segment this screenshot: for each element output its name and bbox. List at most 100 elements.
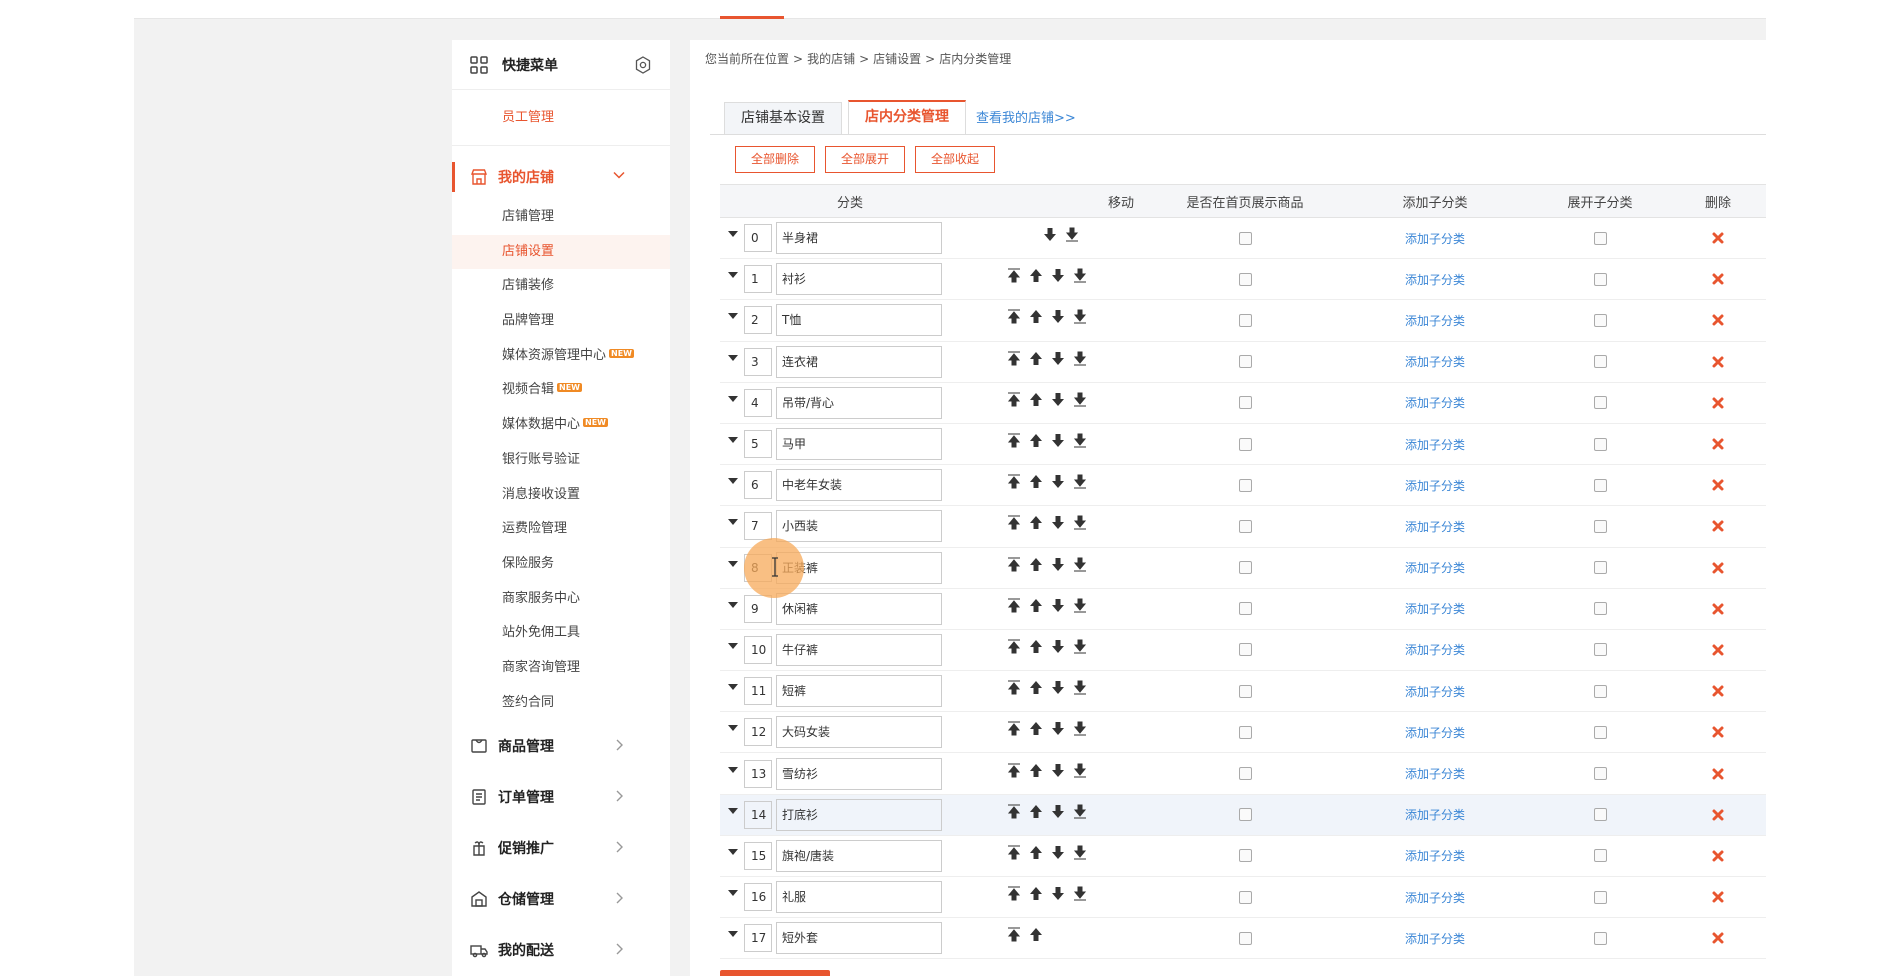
move-down-icon[interactable]: [1050, 432, 1066, 448]
add-subcategory-link[interactable]: 添加子分类: [1405, 808, 1465, 822]
add-subcategory-link[interactable]: 添加子分类: [1405, 561, 1465, 575]
add-subcategory-link[interactable]: 添加子分类: [1405, 849, 1465, 863]
show-on-home-checkbox[interactable]: [1238, 643, 1252, 657]
move-top-icon[interactable]: [1006, 391, 1022, 407]
sidebar-item-video-collection[interactable]: 视频合辑 NEW: [452, 373, 670, 408]
move-bottom-icon[interactable]: [1072, 679, 1088, 695]
move-bottom-icon[interactable]: [1072, 885, 1088, 901]
move-top-icon[interactable]: [1006, 679, 1022, 695]
delete-icon[interactable]: [1711, 478, 1725, 492]
add-subcategory-link[interactable]: 添加子分类: [1405, 355, 1465, 369]
tab-basic-settings[interactable]: 店铺基本设置: [724, 102, 842, 134]
add-subcategory-link[interactable]: 添加子分类: [1405, 273, 1465, 287]
collapse-toggle-icon[interactable]: [728, 519, 738, 526]
move-up-icon[interactable]: [1028, 432, 1044, 448]
delete-icon[interactable]: [1711, 849, 1725, 863]
move-top-icon[interactable]: [1006, 762, 1022, 778]
category-name-input[interactable]: 休闲裤: [776, 592, 942, 625]
move-top-icon[interactable]: [1006, 514, 1022, 530]
move-bottom-icon[interactable]: [1072, 638, 1088, 654]
move-up-icon[interactable]: [1028, 926, 1044, 942]
delete-icon[interactable]: [1711, 272, 1725, 286]
show-on-home-checkbox[interactable]: [1238, 313, 1252, 327]
sidebar-group-delivery[interactable]: 我的配送: [452, 924, 670, 975]
category-name-input[interactable]: 小西装: [776, 510, 942, 543]
sort-order-input[interactable]: 2: [744, 306, 772, 335]
delete-icon[interactable]: [1711, 890, 1725, 904]
sidebar-item-contract[interactable]: 签约合同: [452, 686, 670, 721]
sort-order-input[interactable]: 15: [744, 841, 772, 870]
expand-all-button[interactable]: 全部展开: [825, 146, 906, 173]
sort-order-input[interactable]: 16: [744, 883, 772, 912]
expand-subcategory-checkbox[interactable]: [1593, 231, 1607, 245]
delete-all-button[interactable]: 全部删除: [735, 146, 816, 173]
category-name-input[interactable]: 雪纺衫: [776, 757, 942, 790]
move-up-icon[interactable]: [1028, 267, 1044, 283]
sort-order-input[interactable]: 13: [744, 759, 772, 788]
sidebar-group-promotion[interactable]: 促销推广: [452, 822, 670, 873]
move-down-icon[interactable]: [1050, 308, 1066, 324]
move-bottom-icon[interactable]: [1064, 226, 1080, 242]
expand-subcategory-checkbox[interactable]: [1593, 313, 1607, 327]
category-name-input[interactable]: 连衣裙: [776, 345, 942, 378]
delete-icon[interactable]: [1711, 396, 1725, 410]
sort-order-input[interactable]: 0: [744, 224, 772, 253]
expand-subcategory-checkbox[interactable]: [1593, 808, 1607, 822]
sidebar-group-goods[interactable]: 商品管理: [452, 720, 670, 771]
move-top-icon[interactable]: [1006, 556, 1022, 572]
move-top-icon[interactable]: [1006, 844, 1022, 860]
move-up-icon[interactable]: [1028, 885, 1044, 901]
collapse-toggle-icon[interactable]: [728, 848, 738, 855]
category-name-input[interactable]: 中老年女装: [776, 469, 942, 502]
sort-order-input[interactable]: 6: [744, 471, 772, 500]
expand-subcategory-checkbox[interactable]: [1593, 725, 1607, 739]
show-on-home-checkbox[interactable]: [1238, 849, 1252, 863]
move-up-icon[interactable]: [1028, 308, 1044, 324]
expand-subcategory-checkbox[interactable]: [1593, 643, 1607, 657]
move-down-icon[interactable]: [1050, 885, 1066, 901]
collapse-toggle-icon[interactable]: [728, 231, 738, 238]
collapse-toggle-icon[interactable]: [728, 395, 738, 402]
delete-icon[interactable]: [1711, 355, 1725, 369]
move-top-icon[interactable]: [1006, 597, 1022, 613]
move-up-icon[interactable]: [1028, 514, 1044, 530]
add-subcategory-link[interactable]: 添加子分类: [1405, 685, 1465, 699]
expand-subcategory-checkbox[interactable]: [1593, 767, 1607, 781]
delete-icon[interactable]: [1711, 767, 1725, 781]
sort-order-input[interactable]: 10: [744, 635, 772, 664]
move-top-icon[interactable]: [1006, 803, 1022, 819]
expand-subcategory-checkbox[interactable]: [1593, 931, 1607, 945]
move-top-icon[interactable]: [1006, 720, 1022, 736]
move-up-icon[interactable]: [1028, 350, 1044, 366]
sort-order-input[interactable]: 12: [744, 718, 772, 747]
move-up-icon[interactable]: [1028, 597, 1044, 613]
move-bottom-icon[interactable]: [1072, 556, 1088, 572]
sidebar-item-consult-management[interactable]: 商家咨询管理: [452, 651, 670, 686]
delete-icon[interactable]: [1711, 231, 1725, 245]
move-bottom-icon[interactable]: [1072, 514, 1088, 530]
move-top-icon[interactable]: [1006, 267, 1022, 283]
delete-icon[interactable]: [1711, 561, 1725, 575]
move-up-icon[interactable]: [1028, 391, 1044, 407]
collapse-toggle-icon[interactable]: [728, 560, 738, 567]
breadcrumb-my-store[interactable]: 我的店铺: [807, 52, 855, 66]
sidebar-group-orders[interactable]: 订单管理: [452, 771, 670, 822]
move-bottom-icon[interactable]: [1072, 762, 1088, 778]
collapse-toggle-icon[interactable]: [728, 684, 738, 691]
move-up-icon[interactable]: [1028, 762, 1044, 778]
sort-order-input[interactable]: 11: [744, 677, 772, 706]
add-subcategory-link[interactable]: 添加子分类: [1405, 314, 1465, 328]
move-down-icon[interactable]: [1050, 556, 1066, 572]
add-subcategory-link[interactable]: 添加子分类: [1405, 726, 1465, 740]
tab-category-management[interactable]: 店内分类管理: [848, 100, 966, 134]
expand-subcategory-checkbox[interactable]: [1593, 478, 1607, 492]
delete-icon[interactable]: [1711, 808, 1725, 822]
expand-subcategory-checkbox[interactable]: [1593, 519, 1607, 533]
category-name-input[interactable]: T恤: [776, 304, 942, 337]
move-down-icon[interactable]: [1050, 762, 1066, 778]
sort-order-input[interactable]: 1: [744, 265, 772, 294]
sort-order-input[interactable]: 7: [744, 512, 772, 541]
delete-icon[interactable]: [1711, 313, 1725, 327]
sidebar-item-bank-verify[interactable]: 银行账号验证: [452, 443, 670, 478]
category-name-input[interactable]: 大码女装: [776, 716, 942, 749]
